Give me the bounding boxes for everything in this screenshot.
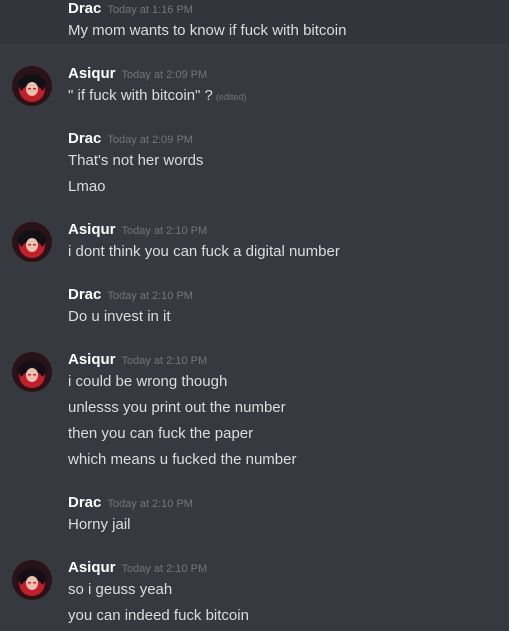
username[interactable]: Drac [68, 0, 101, 17]
message-text: Lmao [68, 178, 106, 195]
message-text-container: " if fuck with bitcoin" ? (edited) [68, 86, 246, 107]
user-avatar-icon[interactable] [12, 66, 52, 106]
username[interactable]: Drac [68, 286, 101, 303]
message-text: Do u invest in it [68, 308, 171, 325]
edited-label: (edited) [215, 92, 247, 102]
user-avatar-icon[interactable] [12, 560, 52, 600]
message-header: Drac Today at 1:16 PM [68, 0, 193, 20]
message-text: i could be wrong though [68, 373, 228, 390]
username[interactable]: Drac [68, 130, 101, 147]
message-header: Asiqur Today at 2:10 PM [68, 350, 207, 371]
timestamp: Today at 2:09 PM [121, 69, 208, 81]
message-text: My mom wants to know if fuck with bitcoi… [68, 22, 347, 39]
timestamp: Today at 1:16 PM [107, 4, 193, 16]
message-text: which means u fucked the number [68, 451, 297, 468]
message-text: you can indeed fuck bitcoin [68, 607, 249, 624]
username[interactable]: Drac [68, 494, 101, 511]
message-header: Drac Today at 2:10 PM [68, 285, 193, 306]
timestamp: Today at 2:10 PM [121, 355, 208, 367]
timestamp: Today at 2:10 PM [121, 563, 208, 575]
username[interactable]: Asiqur [68, 65, 116, 82]
message-text: so i geuss yeah [68, 581, 173, 598]
message-text: That's not her words [68, 152, 204, 169]
timestamp: Today at 2:10 PM [121, 225, 208, 237]
message-text: then you can fuck the paper [68, 425, 254, 442]
username[interactable]: Asiqur [68, 559, 116, 576]
message-text: i dont think you can fuck a digital numb… [68, 243, 340, 260]
message-header: Asiqur Today at 2:09 PM [68, 64, 207, 85]
message-text: Horny jail [68, 516, 131, 533]
message-text: unlesss you print out the number [68, 399, 286, 416]
username[interactable]: Asiqur [68, 351, 116, 368]
message-header: Drac Today at 2:09 PM [68, 129, 193, 150]
message-header: Asiqur Today at 2:10 PM [68, 220, 207, 241]
message-header: Asiqur Today at 2:10 PM [68, 558, 207, 579]
timestamp: Today at 2:09 PM [107, 134, 193, 146]
timestamp: Today at 2:10 PM [107, 290, 193, 302]
message-header: Drac Today at 2:10 PM [68, 493, 193, 514]
message-text: " if fuck with bitcoin" ? [68, 87, 213, 104]
timestamp: Today at 2:10 PM [107, 498, 193, 510]
user-avatar-icon[interactable] [12, 352, 52, 392]
username[interactable]: Asiqur [68, 221, 116, 238]
user-avatar-icon[interactable] [12, 222, 52, 262]
